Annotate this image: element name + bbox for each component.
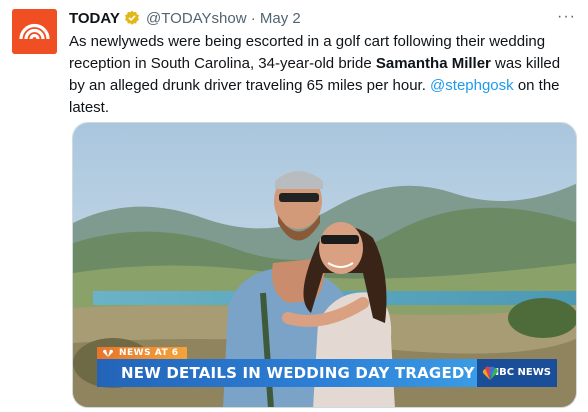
chyron-headline: NEW DETAILS IN WEDDING DAY TRAGEDY <box>97 359 477 387</box>
more-options-icon[interactable]: ··· <box>557 7 576 27</box>
today-logo-icon <box>12 9 57 54</box>
nbc-peacock-icon <box>482 366 498 380</box>
chyron-kicker: NEWS AT 6 <box>97 347 187 359</box>
header-separator: · <box>250 10 256 27</box>
author-handle[interactable]: @TODAYshow <box>146 10 247 27</box>
verified-badge-icon <box>124 10 140 32</box>
tweet-media[interactable]: NEWS AT 6 NEW DETAILS IN WEDDING DAY TRA… <box>72 122 577 408</box>
chyron-network-text: NBC NEWS <box>490 367 551 378</box>
tweet-text-bold: Samantha Miller <box>375 55 491 72</box>
tweet-text: As newlyweds were being escorted in a go… <box>69 31 574 119</box>
nbc-peacock-small-icon <box>103 349 113 357</box>
tweet-date[interactable]: May 2 <box>260 10 301 27</box>
author-name[interactable]: TODAY <box>69 10 120 27</box>
mention-link[interactable]: @stephgosk <box>430 77 514 94</box>
news-chyron: NEWS AT 6 NEW DETAILS IN WEDDING DAY TRA… <box>97 347 557 389</box>
chyron-kicker-text: NEWS AT 6 <box>119 348 179 358</box>
tweet-header: TODAY @TODAYshow · May 2 ··· <box>69 7 576 32</box>
avatar[interactable] <box>12 9 57 54</box>
chyron-network: NBC NEWS <box>477 359 557 387</box>
